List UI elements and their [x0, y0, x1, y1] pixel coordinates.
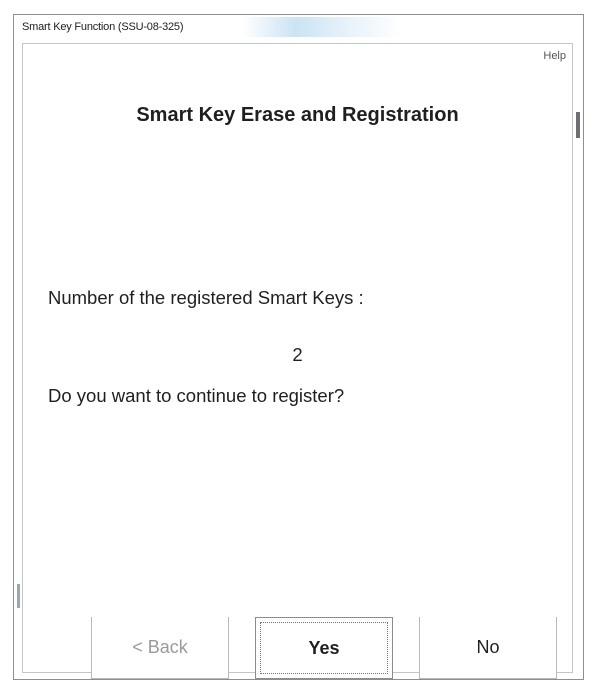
no-button[interactable]: No [419, 617, 557, 679]
title-bar: Smart Key Function (SSU-08-325) [14, 15, 583, 41]
left-edge-marker [17, 584, 20, 608]
focus-rectangle [260, 622, 388, 674]
yes-button[interactable]: Yes [255, 617, 393, 679]
dialog-window: Smart Key Function (SSU-08-325) Help Sma… [13, 14, 584, 680]
window-title: Smart Key Function (SSU-08-325) [22, 21, 184, 33]
registered-keys-label: Number of the registered Smart Keys : [48, 287, 364, 308]
page-title: Smart Key Erase and Registration [136, 104, 459, 126]
scrollbar-thumb[interactable] [576, 112, 580, 138]
dialog-content: Help Smart Key Erase and Registration Nu… [17, 43, 580, 679]
back-button-label: < Back [132, 637, 188, 657]
back-button[interactable]: < Back [91, 617, 229, 679]
registered-keys-count: 2 [292, 344, 303, 365]
help-link[interactable]: Help [543, 50, 566, 62]
continue-question: Do you want to continue to register? [48, 385, 345, 406]
no-button-label: No [476, 637, 500, 657]
title-bar-highlight [242, 17, 402, 37]
